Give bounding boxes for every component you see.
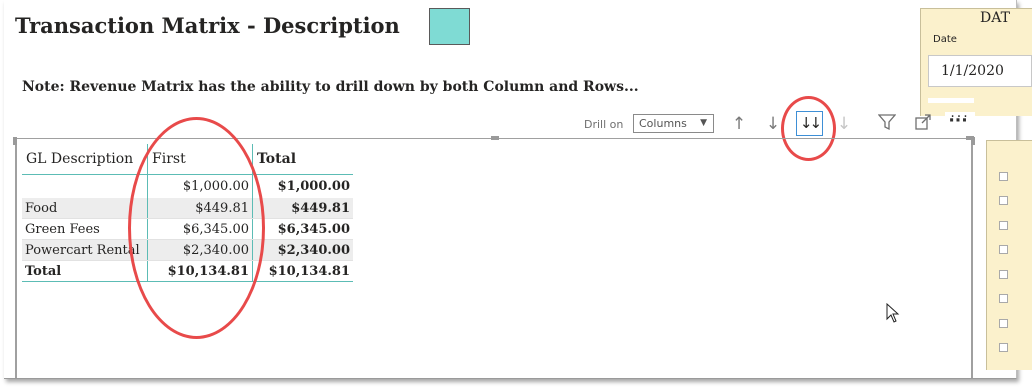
drill-up-icon[interactable]: ↑ [728, 113, 750, 135]
slicer-checkbox[interactable] [999, 270, 1008, 279]
row-label [22, 174, 148, 198]
note-text: Note: Revenue Matrix has the ability to … [22, 79, 639, 95]
resize-handle[interactable] [491, 136, 499, 140]
slicer-checkbox[interactable] [999, 196, 1008, 205]
cell-total: $6,345.00 [252, 218, 353, 240]
drill-on-label: Drill on [584, 118, 624, 131]
more-options-icon[interactable]: ··· [947, 110, 969, 132]
slicer-checkbox[interactable] [999, 221, 1008, 230]
slicer-checkbox[interactable] [999, 245, 1008, 254]
resize-handle[interactable] [13, 137, 17, 145]
slicer-checkbox[interactable] [999, 319, 1008, 328]
slicer-checkbox[interactable] [999, 343, 1008, 352]
date-slicer-title: DAT [980, 10, 1010, 26]
cell-total: $1,000.00 [277, 179, 350, 194]
cell-total: $449.81 [252, 198, 353, 219]
go-to-next-level-icon[interactable]: ↓ [833, 113, 855, 135]
focus-mode-icon[interactable] [912, 113, 934, 135]
resize-handle[interactable] [971, 137, 975, 145]
slicer-checkbox[interactable] [999, 294, 1008, 303]
right-slicer-panel [986, 140, 1032, 370]
cell-total: $2,340.00 [252, 239, 353, 261]
row-label-total: Total [22, 260, 148, 282]
slicer-checkbox[interactable] [999, 172, 1008, 181]
chevron-down-icon: ▼ [700, 118, 707, 128]
column-header-gl-description[interactable]: GL Description [22, 144, 148, 175]
mouse-cursor-icon [886, 302, 900, 329]
date-slicer-divider [928, 98, 974, 103]
cell-grand-total: $10,134.81 [252, 260, 353, 282]
page-title: Transaction Matrix - Description [15, 13, 400, 38]
date-input[interactable]: 1/1/2020 [928, 55, 1032, 87]
highlight-circle-first-column [128, 117, 265, 339]
drill-on-select-value: Columns [639, 117, 687, 130]
filter-icon[interactable] [876, 113, 898, 135]
color-swatch [429, 8, 470, 45]
drill-on-select[interactable]: Columns ▼ [633, 114, 714, 133]
date-slicer-label: Date [933, 34, 957, 45]
column-header-total[interactable]: Total [252, 144, 353, 175]
